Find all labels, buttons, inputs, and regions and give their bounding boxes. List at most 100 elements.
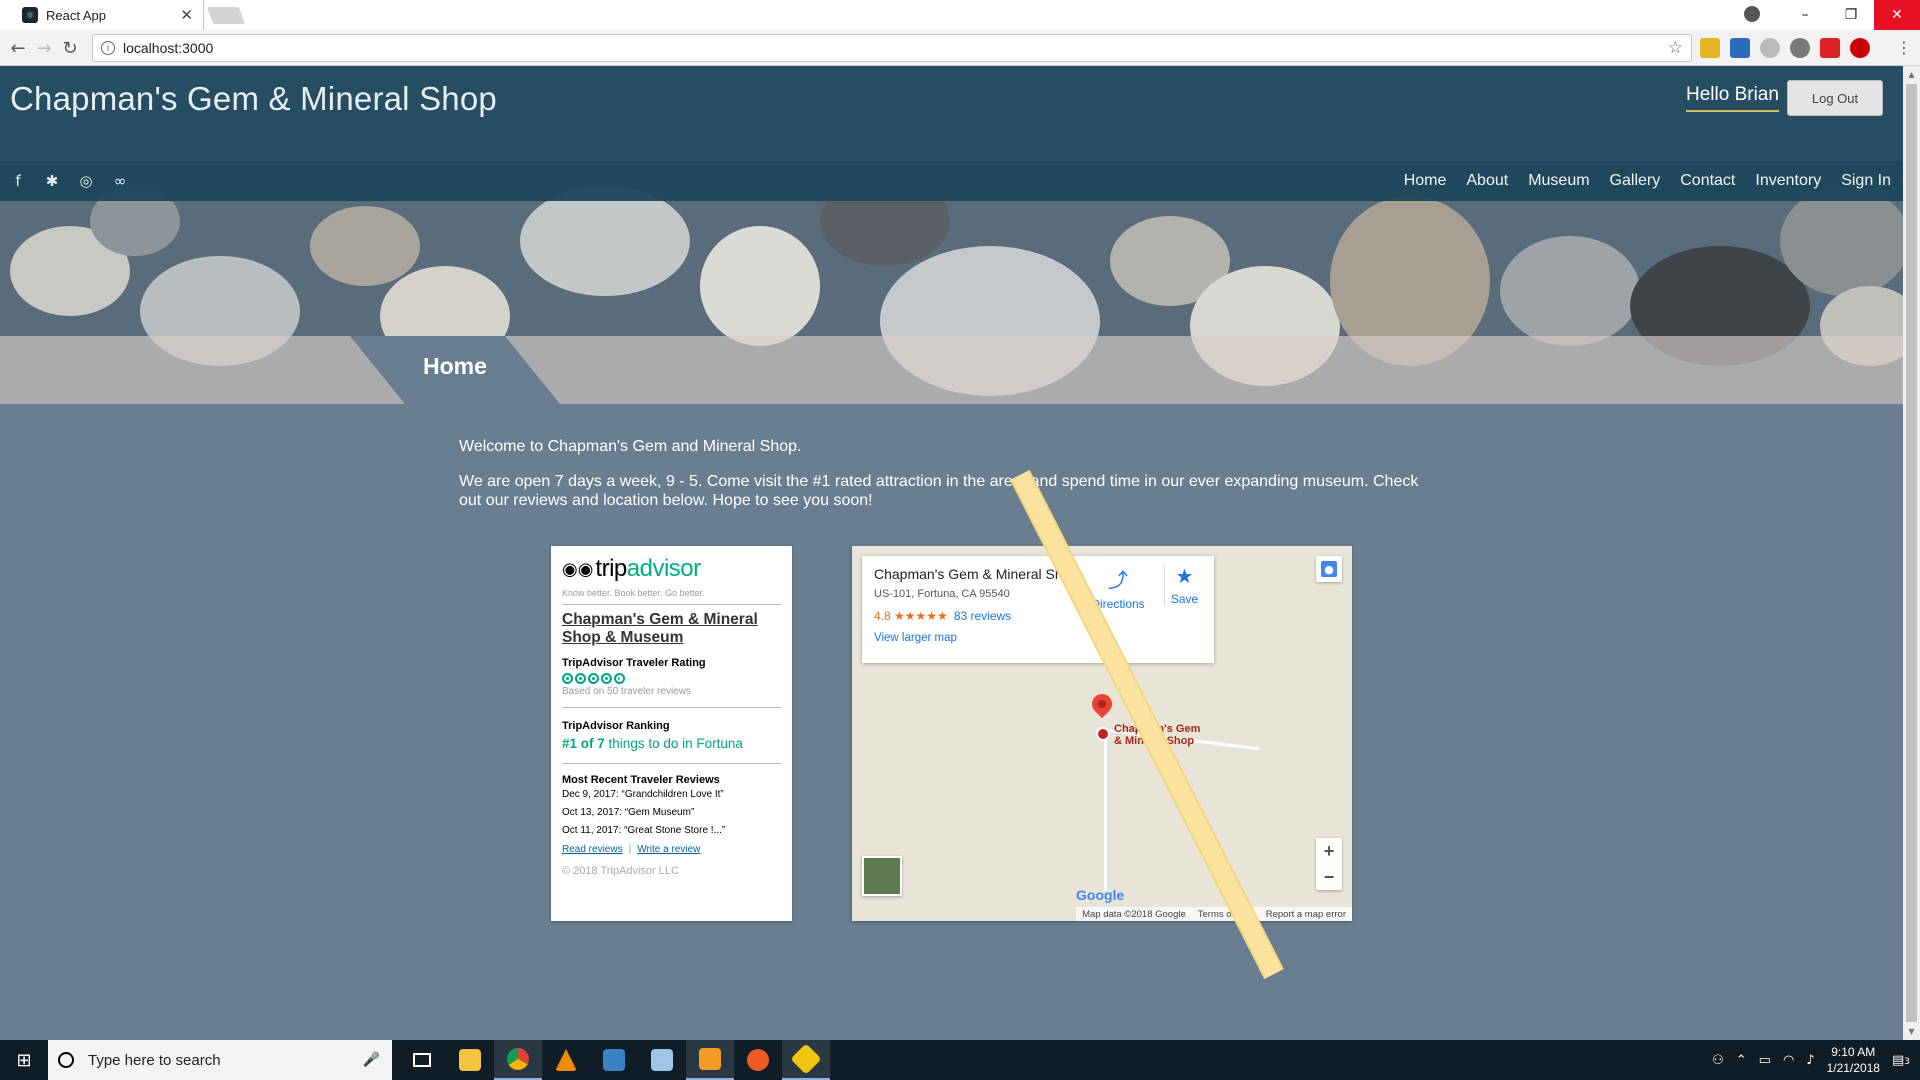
page-scrollbar[interactable]: ▲ ▼ [1903,66,1920,1040]
review-item[interactable]: Oct 13, 2017: “Gem Museum” [562,807,781,818]
chrome-icon [507,1048,529,1070]
scroll-thumb[interactable] [1906,84,1917,1022]
taskbar-search[interactable]: Type here to search 🎤 [48,1040,392,1080]
clock-time: 9:10 AM [1831,1045,1876,1059]
vlc-button[interactable] [542,1040,590,1080]
logout-button[interactable]: Log Out [1787,80,1883,116]
url-text[interactable]: localhost:3000 [123,40,213,56]
place-address: US-101, Fortuna, CA 95540 [874,588,1010,600]
nav-contact[interactable]: Contact [1680,172,1735,190]
read-reviews-link[interactable]: Read reviews [562,844,623,855]
react-icon: ⚛ [22,7,38,23]
rating-heading: TripAdvisor Traveler Rating [562,657,706,669]
shop-poi-icon[interactable] [1096,727,1110,741]
satellite-toggle[interactable] [862,856,902,896]
minimize-button[interactable]: – [1782,0,1828,30]
divider [562,604,781,605]
instagram-icon[interactable]: ◎ [76,172,96,190]
notifications-icon[interactable]: ▤3 [1892,1053,1910,1068]
file-explorer-button[interactable] [446,1040,494,1080]
browser-menu-icon[interactable]: ⋮ [1896,38,1912,57]
new-tab-button[interactable] [206,7,246,24]
restore-button[interactable]: ❐ [1828,0,1874,30]
zoom-in-button[interactable]: + [1316,838,1342,864]
tab-close-icon[interactable]: ✕ [180,6,193,24]
extension-icon[interactable] [1790,38,1810,58]
sublime-button[interactable] [686,1040,734,1080]
start-button[interactable]: ⊞ [0,1040,48,1080]
app-icon [651,1049,673,1071]
nav-inventory[interactable]: Inventory [1755,172,1821,190]
reviews-heading: Most Recent Traveler Reviews [562,774,720,786]
reload-icon[interactable]: ↻ [58,36,82,60]
search-placeholder: Type here to search [88,1051,221,1069]
directions-button[interactable]: ⤴ Directions [1090,564,1146,611]
map-data-credit: Map data ©2018 Google [1082,908,1186,920]
profile-icon[interactable] [1744,6,1760,22]
zoom-out-button[interactable]: − [1316,864,1342,890]
extension-icon[interactable] [1700,38,1720,58]
people-icon[interactable]: ⚇ [1712,1053,1724,1068]
info-icon[interactable]: i [101,41,115,55]
browser-tab[interactable]: ⚛ React App ✕ [14,0,204,30]
bubble-icon [562,673,573,684]
nav-sign-in[interactable]: Sign In [1841,172,1891,190]
close-window-button[interactable]: ✕ [1874,0,1920,30]
write-review-link[interactable]: Write a review [637,844,700,855]
app-button[interactable] [590,1040,638,1080]
tripadvisor-logo[interactable]: ◉◉ tripadvisor [562,555,781,582]
yelp-icon[interactable]: ✱ [42,172,62,190]
cortana-icon [58,1052,74,1068]
report-map-error-link[interactable]: Report a map error [1266,909,1346,920]
reviews-link[interactable]: 83 reviews [954,609,1011,623]
tripadvisor-icon[interactable]: ∞ [110,172,130,190]
microphone-icon[interactable]: 🎤 [363,1052,380,1068]
view-larger-map-link[interactable]: View larger map [874,632,1202,644]
chrome-button[interactable] [494,1040,542,1080]
ranking[interactable]: #1 of 7 things to do in Fortuna [562,736,781,751]
wifi-icon[interactable]: ◠ [1783,1053,1794,1068]
extension-icon[interactable] [1760,38,1780,58]
bookmark-star-icon[interactable]: ☆ [1668,38,1683,58]
google-map[interactable]: Chapman's Gem & Mineral Shop US-101, For… [852,546,1352,921]
ranking-text: things to do in Fortuna [608,736,743,751]
address-bar[interactable]: i localhost:3000 ☆ [92,34,1692,62]
back-icon[interactable]: ← [6,36,30,60]
map-pin-icon[interactable] [1087,689,1117,719]
adblock-icon[interactable] [1850,38,1870,58]
extension-icon[interactable] [1820,38,1840,58]
app-button[interactable] [734,1040,782,1080]
review-item[interactable]: Dec 9, 2017: “Grandchildren Love It” [562,789,781,800]
nav-about[interactable]: About [1466,172,1508,190]
save-button[interactable]: ★ Save [1164,564,1204,606]
folder-icon [459,1049,481,1071]
forward-icon[interactable]: → [32,36,56,60]
review-item[interactable]: Oct 11, 2017: “Great Stone Store !...” [562,825,781,836]
battery-icon[interactable]: ▭ [1759,1053,1771,1068]
volume-icon[interactable]: ♪ [1806,1053,1814,1068]
facebook-icon[interactable]: f [8,172,28,190]
site-title[interactable]: Chapman's Gem & Mineral Shop [10,80,497,118]
app-button[interactable] [638,1040,686,1080]
window-controls: – ❐ ✕ [1782,0,1920,30]
social-links: f ✱ ◎ ∞ [8,172,130,190]
notification-count: 3 [1904,1056,1910,1067]
git-button[interactable] [782,1040,830,1080]
scroll-up-icon[interactable]: ▲ [1903,66,1920,83]
nav-museum[interactable]: Museum [1528,172,1589,190]
rating-bubbles [562,673,781,684]
nav-gallery[interactable]: Gallery [1610,172,1661,190]
scroll-down-icon[interactable]: ▼ [1903,1023,1920,1040]
chevron-up-icon[interactable]: ⌃ [1736,1053,1747,1068]
review-links: Read reviews | Write a review [562,844,701,855]
google-logo: Google [1076,887,1125,903]
clock[interactable]: 9:10 AM 1/21/2018 [1827,1044,1880,1076]
business-name-link[interactable]: Chapman's Gem & Mineral Shop & Museum [562,611,781,647]
nav-home[interactable]: Home [1404,172,1447,190]
sublime-icon [699,1048,721,1070]
extension-icon[interactable] [1730,38,1750,58]
star-icon: ★ [1175,564,1194,588]
task-view-button[interactable] [398,1040,446,1080]
pegman-button[interactable]: ● [1316,556,1342,582]
git-icon [790,1043,822,1075]
